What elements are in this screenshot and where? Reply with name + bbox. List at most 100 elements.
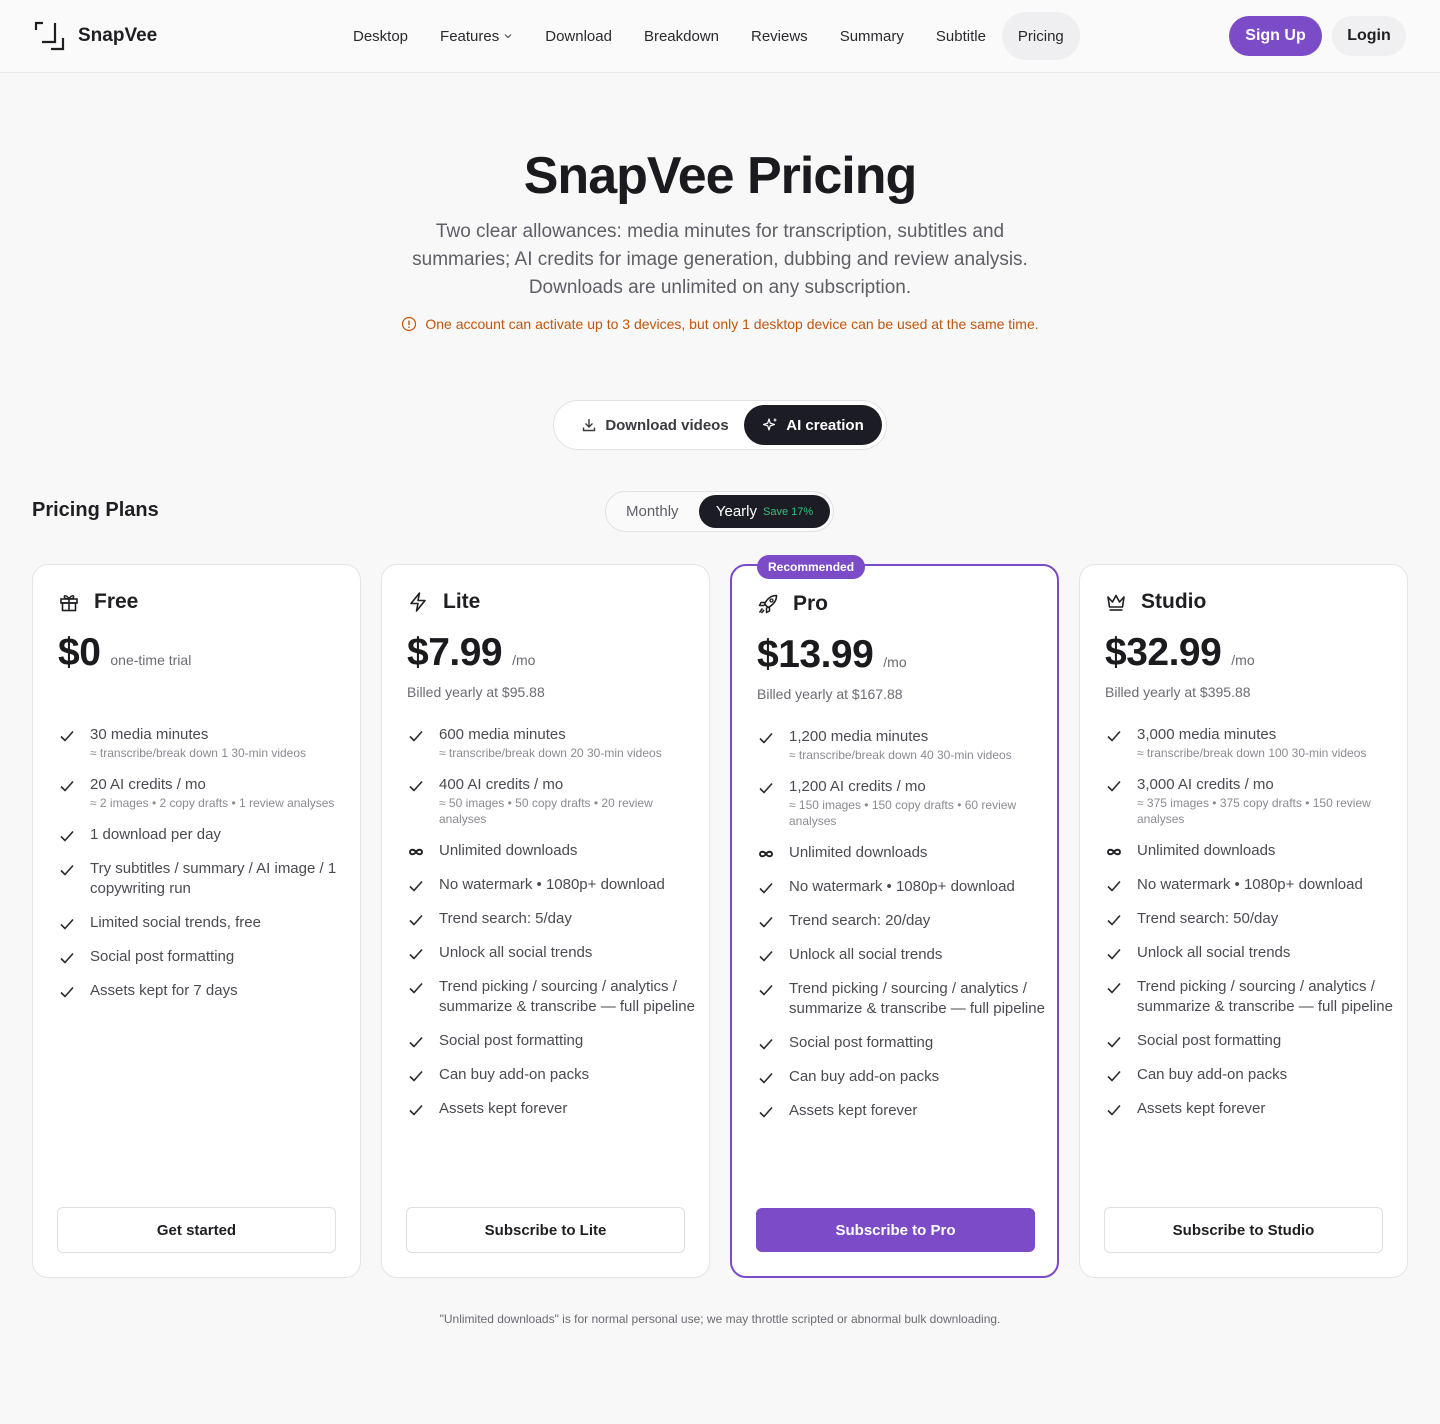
check-icon bbox=[60, 918, 74, 930]
feature-text: 400 AI credits / mo bbox=[439, 776, 564, 793]
feature-item: Unlimited downloads bbox=[757, 843, 1047, 863]
signup-button[interactable]: Sign Up bbox=[1229, 16, 1322, 56]
feature-text: 3,000 AI credits / mo bbox=[1137, 776, 1274, 793]
feature-item: Limited social trends, free bbox=[58, 913, 348, 933]
download-videos-tab[interactable]: Download videos bbox=[564, 405, 746, 445]
nav-item-label: Breakdown bbox=[643, 27, 719, 45]
feature-text: Social post formatting bbox=[1137, 1032, 1282, 1049]
feature-text-wrap: Unlimited downloads bbox=[789, 843, 927, 863]
price-period: one-time trial bbox=[110, 652, 192, 668]
check-icon bbox=[759, 916, 773, 928]
feature-text: Unlock all social trends bbox=[1137, 944, 1291, 961]
feature-item: 30 media minutes ≈ transcribe/break down… bbox=[58, 725, 348, 761]
nav-item-desktop[interactable]: Desktop bbox=[337, 12, 424, 60]
gift-icon bbox=[58, 591, 80, 613]
feature-item: Social post formatting bbox=[1105, 1031, 1395, 1051]
studio-cta-button[interactable]: Subscribe to Studio bbox=[1104, 1207, 1383, 1253]
feature-text: Trend picking / sourcing / analytics / s… bbox=[439, 978, 695, 1015]
free-cta-button[interactable]: Get started bbox=[57, 1207, 336, 1253]
feature-item: Unlock all social trends bbox=[1105, 943, 1395, 963]
feature-item: Trend search: 20/day bbox=[757, 911, 1047, 931]
feature-text-wrap: Can buy add-on packs bbox=[439, 1065, 589, 1085]
plan-header: Lite bbox=[407, 590, 480, 614]
check-icon bbox=[60, 864, 74, 876]
feature-item: No watermark • 1080p+ download bbox=[757, 877, 1047, 897]
feature-item: Try subtitles / summary / AI image / 1 c… bbox=[58, 859, 348, 899]
feature-text-wrap: Unlock all social trends bbox=[789, 945, 942, 965]
feature-text: Social post formatting bbox=[90, 948, 235, 965]
feature-subtext: ≈ 150 images • 150 copy drafts • 60 revi… bbox=[789, 798, 1017, 828]
feature-text: Assets kept forever bbox=[439, 1100, 568, 1117]
nav-item-subtitle[interactable]: Subtitle bbox=[920, 12, 1002, 60]
nav-item-label: Features bbox=[440, 27, 500, 45]
yearly-label: Yearly bbox=[715, 503, 757, 520]
feature-text: Assets kept forever bbox=[789, 1102, 918, 1119]
nav-item-label: Reviews bbox=[751, 27, 808, 45]
feature-item: Trend search: 5/day bbox=[407, 909, 697, 929]
check-icon bbox=[60, 780, 74, 792]
price-row: $32.99 /mo bbox=[1105, 631, 1255, 675]
feature-text: Trend picking / sourcing / analytics / s… bbox=[1137, 978, 1393, 1015]
plan-card-studio: Studio $32.99 /mo Billed yearly at $395.… bbox=[1079, 564, 1408, 1278]
nav-item-features[interactable]: Features bbox=[424, 12, 529, 60]
check-icon bbox=[759, 1038, 773, 1050]
feature-text-wrap: 3,000 media minutes ≈ transcribe/break d… bbox=[1137, 725, 1366, 761]
feature-text-wrap: Limited social trends, free bbox=[90, 913, 261, 933]
plan-header: Pro bbox=[757, 592, 828, 616]
feature-item: Can buy add-on packs bbox=[407, 1065, 697, 1085]
feature-text-wrap: Trend search: 5/day bbox=[439, 909, 572, 929]
brand-logo[interactable]: SnapVee bbox=[34, 20, 157, 52]
feature-list: 1,200 media minutes ≈ transcribe/break d… bbox=[757, 727, 1047, 1135]
feature-text: Trend search: 20/day bbox=[789, 912, 931, 929]
sparkles-icon bbox=[763, 418, 777, 431]
pro-cta-button[interactable]: Subscribe to Pro bbox=[756, 1208, 1035, 1252]
nav-item-breakdown[interactable]: Breakdown bbox=[628, 12, 735, 60]
plan-header: Free bbox=[58, 590, 138, 614]
ai-creation-tab[interactable]: AI creation bbox=[744, 405, 882, 445]
plan-name: Studio bbox=[1141, 590, 1207, 613]
feature-text-wrap: 1,200 AI credits / mo ≈ 150 images • 150… bbox=[789, 777, 1047, 829]
main-nav: Desktop Features Download Breakdown Revi… bbox=[337, 12, 1080, 60]
feature-text: Trend search: 50/day bbox=[1137, 910, 1279, 927]
feature-text: Assets kept for 7 days bbox=[90, 982, 238, 999]
nav-item-download[interactable]: Download bbox=[529, 12, 628, 60]
feature-text-wrap: 20 AI credits / mo ≈ 2 images • 2 copy d… bbox=[90, 775, 334, 811]
feature-text-wrap: Trend picking / sourcing / analytics / s… bbox=[789, 979, 1047, 1019]
check-icon bbox=[759, 1072, 773, 1084]
bolt-icon bbox=[407, 591, 429, 613]
check-icon bbox=[60, 952, 74, 964]
nav-item-pricing[interactable]: Pricing bbox=[1001, 12, 1080, 60]
page-title: SnapVee Pricing bbox=[523, 147, 918, 205]
login-button[interactable]: Login bbox=[1332, 16, 1406, 56]
nav-item-reviews[interactable]: Reviews bbox=[735, 12, 824, 60]
monthly-option[interactable]: Monthly bbox=[626, 492, 679, 531]
nav-item-summary[interactable]: Summary bbox=[824, 12, 920, 60]
feature-text-wrap: Social post formatting bbox=[90, 947, 234, 967]
check-icon bbox=[759, 882, 773, 894]
feature-text: Assets kept forever bbox=[1137, 1100, 1266, 1117]
price-row: $7.99 /mo bbox=[407, 631, 535, 675]
product-mode-toggle: Download videos AI creation bbox=[553, 400, 887, 450]
check-icon bbox=[409, 730, 423, 742]
feature-text: 1,200 AI credits / mo bbox=[789, 778, 926, 795]
check-icon bbox=[759, 1106, 773, 1118]
logo-mark-icon bbox=[34, 21, 65, 51]
feature-item: Assets kept for 7 days bbox=[58, 981, 348, 1001]
feature-text: Unlock all social trends bbox=[789, 946, 943, 963]
billed-yearly-note: Billed yearly at $395.88 bbox=[1105, 684, 1251, 700]
lite-cta-button[interactable]: Subscribe to Lite bbox=[406, 1207, 685, 1253]
info-icon bbox=[402, 316, 417, 332]
recommended-badge: Recommended bbox=[757, 555, 866, 579]
feature-text-wrap: No watermark • 1080p+ download bbox=[439, 875, 665, 895]
feature-text: 1 download per day bbox=[90, 826, 221, 843]
footnote: "Unlimited downloads" is for normal pers… bbox=[439, 1312, 1001, 1326]
yearly-option[interactable]: Yearly Save 17% bbox=[699, 495, 830, 528]
feature-text-wrap: Trend search: 50/day bbox=[1137, 909, 1278, 929]
device-notice-text: One account can activate up to 3 devices… bbox=[425, 316, 1039, 332]
feature-text-wrap: Social post formatting bbox=[1137, 1031, 1281, 1051]
top-nav-bar: SnapVee Desktop Features Download Breakd… bbox=[0, 0, 1440, 73]
price-period: /mo bbox=[883, 654, 907, 670]
feature-text-wrap: Assets kept forever bbox=[439, 1099, 567, 1119]
feature-text: Limited social trends, free bbox=[90, 914, 261, 931]
feature-item: Unlimited downloads bbox=[1105, 841, 1395, 861]
